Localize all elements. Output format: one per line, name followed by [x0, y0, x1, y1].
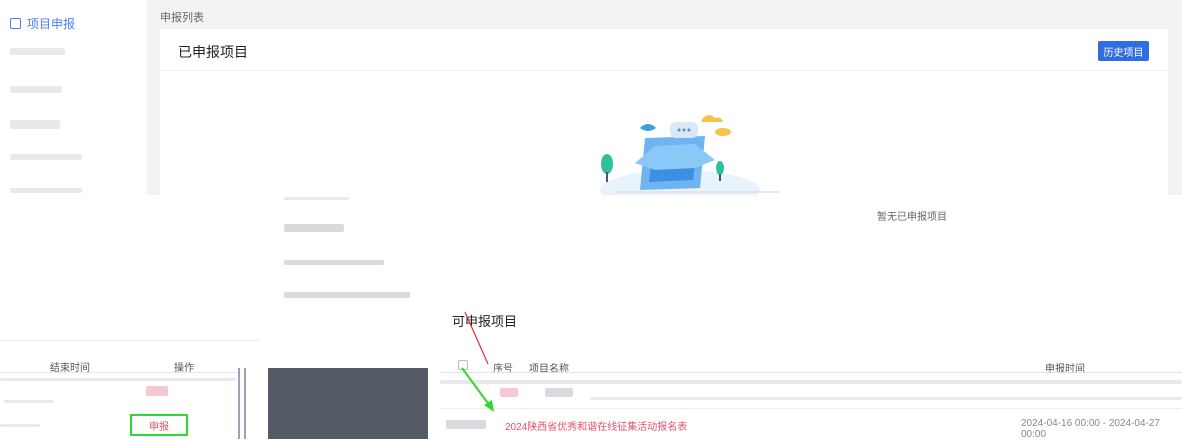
breadcrumb: 申报列表	[160, 12, 204, 24]
sidebar-item-blurred[interactable]	[10, 188, 82, 193]
divider	[440, 408, 1182, 409]
select-all-checkbox[interactable]	[458, 360, 468, 370]
blurred-row	[4, 400, 54, 403]
blurred-row	[440, 380, 1182, 384]
blurred-row	[0, 378, 236, 381]
blurred-block	[268, 368, 428, 439]
divider	[0, 372, 240, 373]
empty-state-text: 暂无已申报项目	[877, 212, 947, 223]
sidebar-item-blurred[interactable]	[10, 154, 82, 160]
history-projects-button[interactable]: 历史项目	[1098, 41, 1149, 61]
sidebar-item-label: 项目申报	[27, 16, 76, 31]
blurred-row	[146, 386, 168, 396]
sidebar-item-blurred[interactable]	[10, 86, 62, 93]
blurred-row	[545, 388, 573, 397]
divider	[160, 70, 1168, 71]
blurred-row	[500, 388, 518, 397]
blurred-cell	[446, 420, 486, 429]
available-title: 可申报项目	[452, 314, 518, 329]
sidebar-item-blurred[interactable]	[10, 120, 60, 129]
document-icon	[10, 17, 21, 29]
sidebar-item-blurred[interactable]	[10, 48, 65, 55]
declared-title: 已申报项目	[178, 44, 248, 60]
sidebar-item-project-apply[interactable]: 项目申报	[10, 14, 75, 32]
blurred-row	[0, 424, 40, 427]
empty-state-illustration	[600, 115, 780, 195]
blurred-text	[284, 224, 344, 232]
blurred-text	[284, 292, 410, 298]
scrollbar[interactable]	[244, 368, 246, 439]
sidebar: 项目申报	[0, 0, 147, 195]
blurred-row	[590, 397, 1182, 400]
apply-time: 2024-04-16 00:00 - 2024-04-27 00:00	[1021, 418, 1160, 440]
scrollbar[interactable]	[238, 368, 240, 439]
divider	[440, 372, 1182, 373]
apply-link[interactable]: 申报	[130, 414, 188, 436]
blurred-text	[284, 260, 384, 265]
blurred-text	[284, 197, 349, 200]
project-name-link[interactable]: 2024陕西省优秀和谐在线征集活动报名表	[505, 418, 687, 433]
